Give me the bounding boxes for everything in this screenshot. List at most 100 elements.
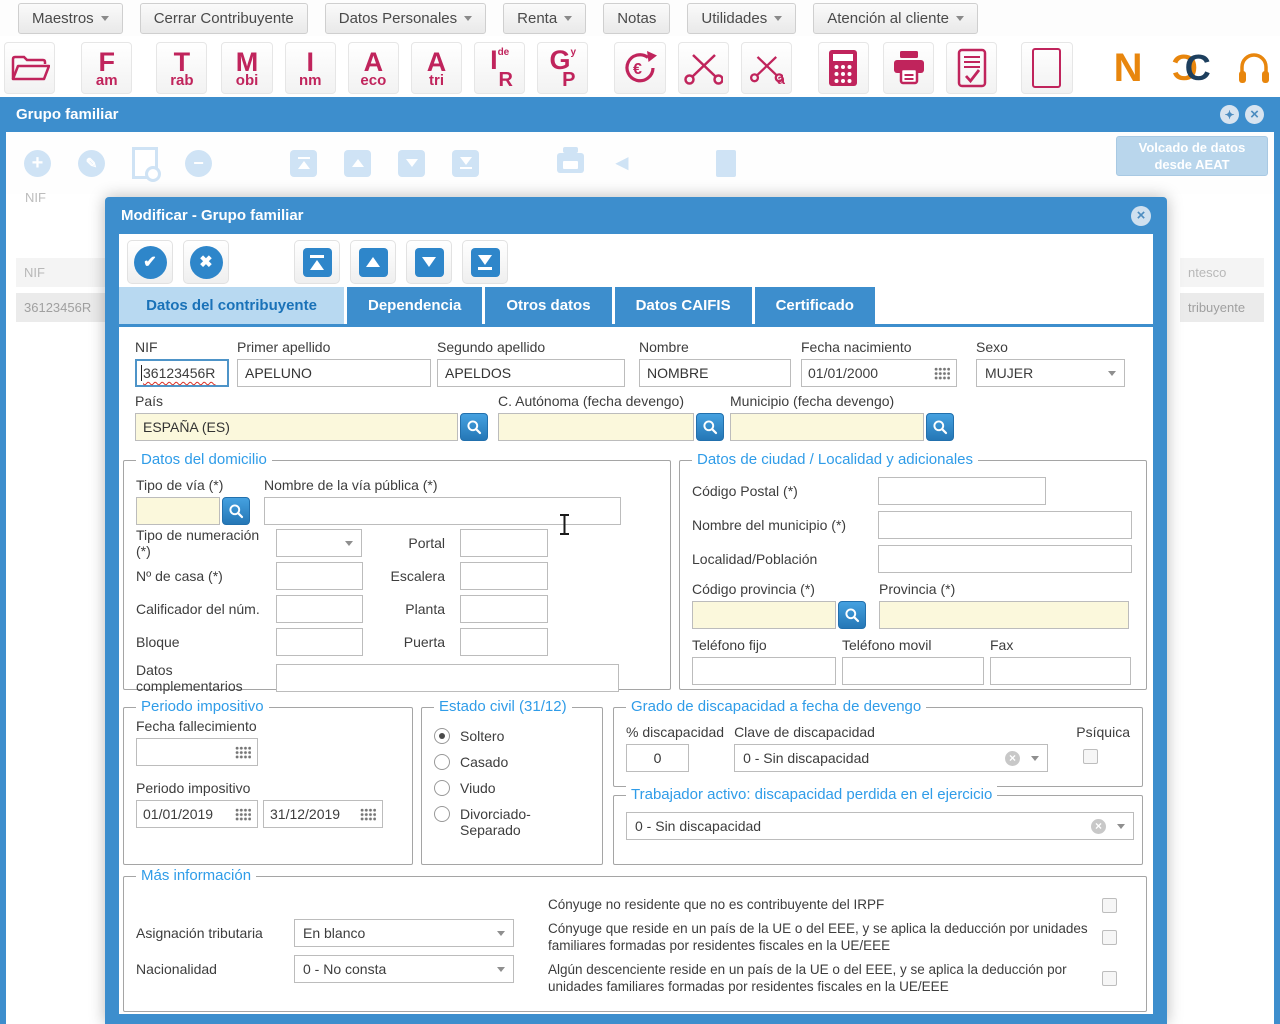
calendar-icon[interactable] — [235, 808, 251, 821]
conyuge-no-residente-checkbox[interactable] — [1102, 898, 1117, 913]
euro-conversion-button[interactable]: € — [614, 42, 665, 94]
blank-form-button[interactable] — [1021, 42, 1072, 94]
calendar-icon[interactable] — [235, 746, 251, 759]
psiquica-checkbox[interactable] — [1083, 749, 1098, 764]
primer-apellido-input[interactable] — [237, 359, 431, 387]
calificador-input[interactable] — [276, 595, 363, 623]
trabajador-activo-select[interactable]: 0 - Sin discapacidad — [626, 812, 1134, 840]
radio-soltero[interactable]: Soltero — [434, 728, 590, 744]
pais-input[interactable] — [135, 413, 458, 441]
menu-notas[interactable]: Notas — [603, 3, 670, 34]
menu-cerrar-contribuyente[interactable]: Cerrar Contribuyente — [140, 3, 308, 34]
last-record-icon[interactable] — [452, 150, 479, 177]
codigo-provincia-input[interactable] — [692, 601, 836, 629]
print-button[interactable] — [883, 42, 934, 94]
first-record-button[interactable] — [294, 240, 340, 284]
tab-datos-caifis[interactable]: Datos CAIFIS — [615, 287, 752, 324]
provincia-search-button[interactable] — [838, 601, 866, 629]
actividades-economicas-button[interactable]: Aeco — [348, 42, 399, 94]
last-record-button[interactable] — [462, 240, 508, 284]
next-record-icon[interactable] — [398, 150, 425, 177]
descendiente-ue-checkbox[interactable] — [1102, 971, 1117, 986]
previous-record-icon[interactable] — [344, 150, 371, 177]
pais-search-button[interactable] — [460, 413, 488, 441]
menu-atencion-cliente[interactable]: Atención al cliente — [813, 3, 978, 34]
radio-viudo[interactable]: Viudo — [434, 780, 590, 796]
asignacion-tributaria-select[interactable]: En blanco — [294, 919, 514, 947]
tab-certificado[interactable]: Certificado — [755, 287, 875, 324]
tipo-numeracion-select[interactable] — [276, 529, 362, 557]
trabajo-button[interactable]: Trab — [156, 42, 207, 94]
clear-icon[interactable] — [1091, 819, 1106, 834]
municipio-devengo-input[interactable] — [730, 413, 924, 441]
window-close-icon[interactable] — [1245, 105, 1264, 124]
brand-logo-button[interactable]: ƆC — [1166, 42, 1217, 94]
planta-input[interactable] — [460, 595, 548, 623]
fecha-fallecimiento-input[interactable] — [136, 738, 258, 766]
atribucion-rentas-button[interactable]: Atri — [411, 42, 462, 94]
tab-datos-contribuyente[interactable]: Datos del contribuyente — [119, 287, 344, 324]
bloque-input[interactable] — [276, 628, 363, 656]
n-module-button[interactable]: N — [1103, 42, 1154, 94]
calendar-icon[interactable] — [934, 367, 950, 380]
codigo-postal-input[interactable] — [878, 477, 1046, 505]
mobiliario-button[interactable]: Mobi — [221, 42, 272, 94]
periodo-hasta-input[interactable]: 31/12/2019 — [263, 800, 383, 828]
volcado-aeat-button[interactable]: Volcado de datos desde AEAT — [1116, 136, 1268, 176]
provincia-input[interactable] — [879, 601, 1129, 629]
radio-divorciado[interactable]: Divorciado-Separado — [434, 806, 590, 838]
sexo-select[interactable]: MUJER — [976, 359, 1125, 387]
cut-a-button[interactable]: a — [741, 42, 792, 94]
ganancias-perdidas-button[interactable]: GyP — [537, 42, 588, 94]
menu-maestros[interactable]: Maestros — [18, 3, 123, 34]
nacionalidad-select[interactable]: 0 - No consta — [294, 955, 514, 983]
first-record-icon[interactable] — [290, 150, 317, 177]
tab-otros-datos[interactable]: Otros datos — [485, 287, 611, 324]
menu-datos-personales[interactable]: Datos Personales — [325, 3, 486, 34]
periodo-desde-input[interactable]: 01/01/2019 — [136, 800, 258, 828]
add-icon[interactable] — [24, 150, 51, 177]
dialog-close-icon[interactable] — [1131, 206, 1151, 226]
familia-button[interactable]: Fam — [81, 42, 132, 94]
support-button[interactable] — [1229, 42, 1280, 94]
telefono-fijo-input[interactable] — [692, 657, 836, 685]
export-icon[interactable] — [611, 152, 633, 174]
num-casa-input[interactable] — [276, 562, 363, 590]
inmuebles-button[interactable]: Inm — [285, 42, 336, 94]
conyuge-ue-checkbox[interactable] — [1102, 930, 1117, 945]
telefono-movil-input[interactable] — [842, 657, 984, 685]
print-list-icon[interactable] — [557, 153, 584, 173]
radio-casado[interactable]: Casado — [434, 754, 590, 770]
calendar-icon[interactable] — [360, 808, 376, 821]
tipo-via-input[interactable] — [136, 497, 220, 525]
portal-input[interactable] — [460, 529, 548, 557]
window-move-icon[interactable] — [1220, 105, 1239, 124]
imputacion-rentas-button[interactable]: IdeR — [474, 42, 525, 94]
puerta-input[interactable] — [460, 628, 548, 656]
delete-icon[interactable] — [185, 150, 212, 177]
datos-complementarios-input[interactable] — [276, 664, 619, 692]
fecha-nacimiento-input[interactable]: 01/01/2000 — [801, 359, 957, 387]
cut-button[interactable] — [678, 42, 729, 94]
grid-cell-parentesco-partial[interactable]: tribuyente — [1180, 293, 1264, 322]
menu-utilidades[interactable]: Utilidades — [687, 3, 796, 34]
search-document-icon[interactable] — [132, 147, 158, 179]
grid-cell-nif[interactable]: 36123456R — [16, 293, 116, 322]
fax-input[interactable] — [990, 657, 1131, 685]
ccaa-input[interactable] — [498, 413, 694, 441]
next-record-button[interactable] — [406, 240, 452, 284]
nombre-input[interactable] — [639, 359, 791, 387]
edit-icon[interactable] — [78, 150, 105, 177]
localidad-input[interactable] — [878, 545, 1132, 573]
document-check-button[interactable] — [946, 42, 997, 94]
accept-button[interactable] — [127, 240, 173, 284]
open-folder-button[interactable] — [4, 42, 55, 94]
tipo-via-search-button[interactable] — [222, 497, 250, 525]
cancel-button[interactable] — [183, 240, 229, 284]
nif-input[interactable]: 36123456R — [135, 359, 229, 387]
previous-record-button[interactable] — [350, 240, 396, 284]
tab-dependencia[interactable]: Dependencia — [347, 287, 482, 324]
segundo-apellido-input[interactable] — [437, 359, 625, 387]
clave-discapacidad-select[interactable]: 0 - Sin discapacidad — [734, 744, 1048, 772]
nombre-municipio-input[interactable] — [878, 511, 1132, 539]
